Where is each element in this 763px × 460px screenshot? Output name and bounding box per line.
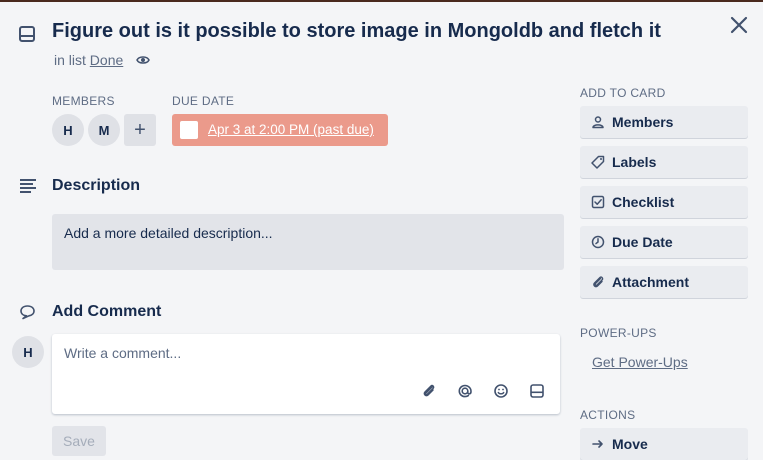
- attachment-icon[interactable]: [420, 382, 438, 400]
- sidebar-checklist-button[interactable]: Checklist: [580, 186, 748, 218]
- comment-input[interactable]: [62, 344, 486, 362]
- comment-icon: [20, 305, 35, 320]
- sidebar-move-button[interactable]: Move: [580, 428, 748, 460]
- checkbox-icon: [591, 195, 605, 209]
- due-complete-checkbox[interactable]: [180, 121, 198, 139]
- description-title: Description: [52, 177, 141, 194]
- arrow-right-icon: [592, 440, 603, 448]
- sidebar-button-label: Attachment: [612, 274, 690, 290]
- sidebar-button-label: Due Date: [612, 234, 673, 250]
- due-date-label: DUE DATE: [172, 94, 235, 108]
- card-title[interactable]: Figure out is it possible to store image…: [52, 20, 661, 43]
- window-top-border: [0, 0, 763, 2]
- sidebar-due-date-button[interactable]: Due Date: [580, 226, 748, 258]
- card-icon: [19, 26, 35, 42]
- due-date-badge[interactable]: Apr 3 at 2:00 PM (past due): [172, 114, 388, 146]
- add-member-button[interactable]: +: [124, 114, 156, 146]
- tag-icon: [591, 155, 605, 169]
- due-date-value[interactable]: Apr 3 at 2:00 PM (past due): [208, 122, 374, 137]
- sidebar-button-label: Members: [612, 114, 674, 130]
- sidebar-members-button[interactable]: Members: [580, 106, 748, 138]
- sidebar-attachment-button[interactable]: Attachment: [580, 266, 748, 298]
- card-icon[interactable]: [528, 382, 546, 400]
- sidebar-button-label: Move: [612, 436, 648, 452]
- actions-label: ACTIONS: [580, 408, 636, 422]
- in-list-prefix: in list: [54, 52, 86, 68]
- members-label: MEMBERS: [52, 94, 115, 108]
- description-icon: [20, 179, 36, 193]
- clock-icon: [591, 235, 605, 249]
- comment-composer[interactable]: [52, 334, 560, 414]
- member-avatar[interactable]: M: [88, 114, 120, 146]
- sidebar-button-label: Checklist: [612, 194, 675, 210]
- list-location: in list Done: [54, 52, 123, 68]
- description-placeholder: Add a more detailed description...: [64, 225, 273, 241]
- emoji-icon[interactable]: [492, 382, 510, 400]
- add-to-card-label: ADD TO CARD: [580, 86, 666, 100]
- save-comment-button[interactable]: Save: [52, 426, 106, 456]
- get-power-ups-link[interactable]: Get Power-Ups: [592, 354, 688, 370]
- person-icon: [592, 116, 604, 129]
- list-link[interactable]: Done: [90, 52, 123, 68]
- sidebar-labels-button[interactable]: Labels: [580, 146, 748, 178]
- member-avatar[interactable]: H: [52, 114, 84, 146]
- power-ups-label: POWER-UPS: [580, 326, 657, 340]
- paperclip-icon: [593, 276, 604, 288]
- close-icon[interactable]: [728, 14, 750, 36]
- eye-icon[interactable]: [136, 53, 150, 67]
- add-comment-title: Add Comment: [52, 303, 162, 320]
- current-user-avatar[interactable]: H: [12, 336, 44, 368]
- mention-icon[interactable]: [456, 382, 474, 400]
- sidebar-button-label: Labels: [612, 154, 657, 170]
- description-editor[interactable]: Add a more detailed description...: [52, 214, 564, 270]
